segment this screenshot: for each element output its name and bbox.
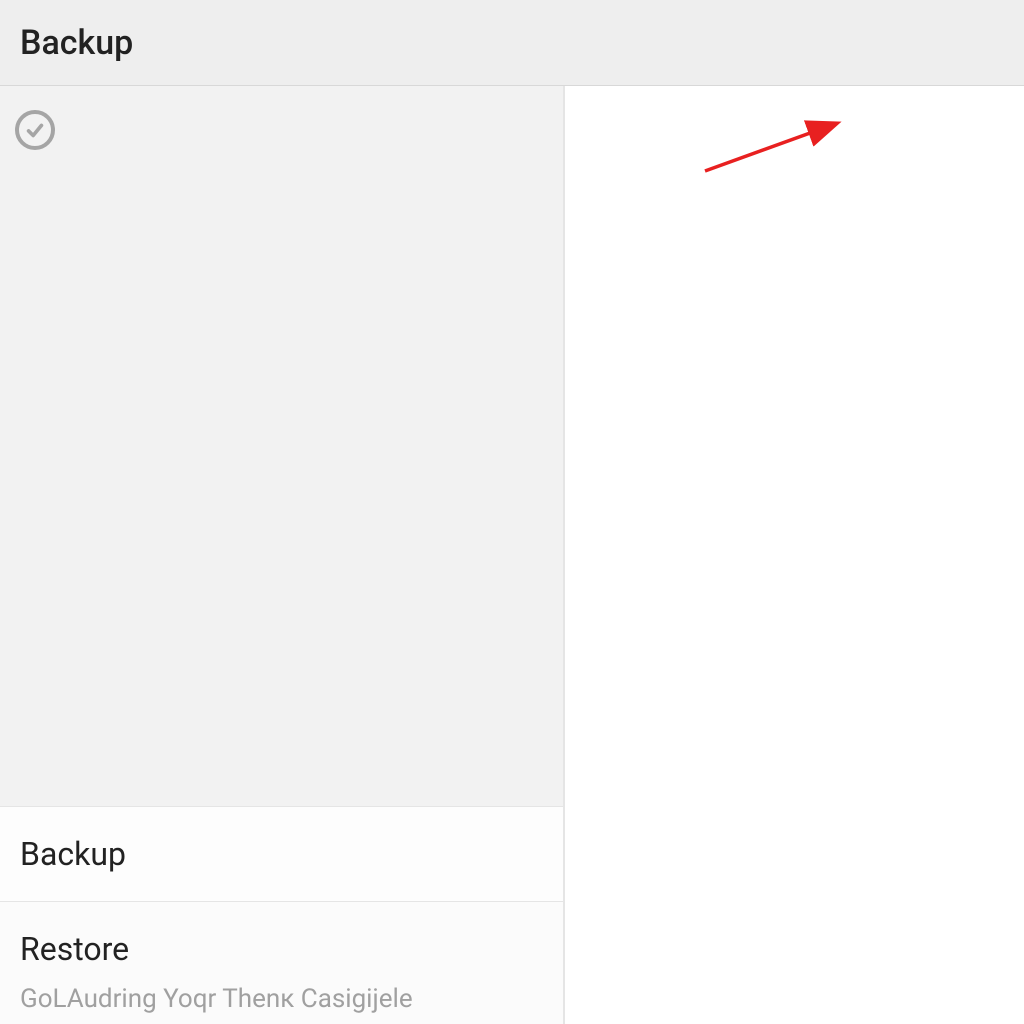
- menu-item-title: Backup: [20, 835, 543, 873]
- upper-left-section: [0, 86, 563, 807]
- page-title: Backup: [20, 23, 133, 63]
- right-panel: [565, 86, 1024, 1024]
- menu-item-backup[interactable]: Backup: [0, 807, 563, 902]
- menu-item-subtitle: GoLAudring Yoqr Thenк Casigijele: [20, 984, 543, 1014]
- page-header: Backup: [0, 0, 1024, 86]
- menu-item-title: Restore: [20, 930, 543, 968]
- annotation-arrow-icon: [695, 116, 865, 186]
- left-panel: Backup Restore GoLAudring Yoqr Thenк Cas…: [0, 86, 565, 1024]
- menu-item-restore[interactable]: Restore GoLAudring Yoqr Thenк Casigijele: [0, 902, 563, 1024]
- content-area: Backup Restore GoLAudring Yoqr Thenк Cas…: [0, 86, 1024, 1024]
- check-circle-icon: [15, 110, 55, 150]
- menu-list: Backup Restore GoLAudring Yoqr Thenк Cas…: [0, 807, 563, 1024]
